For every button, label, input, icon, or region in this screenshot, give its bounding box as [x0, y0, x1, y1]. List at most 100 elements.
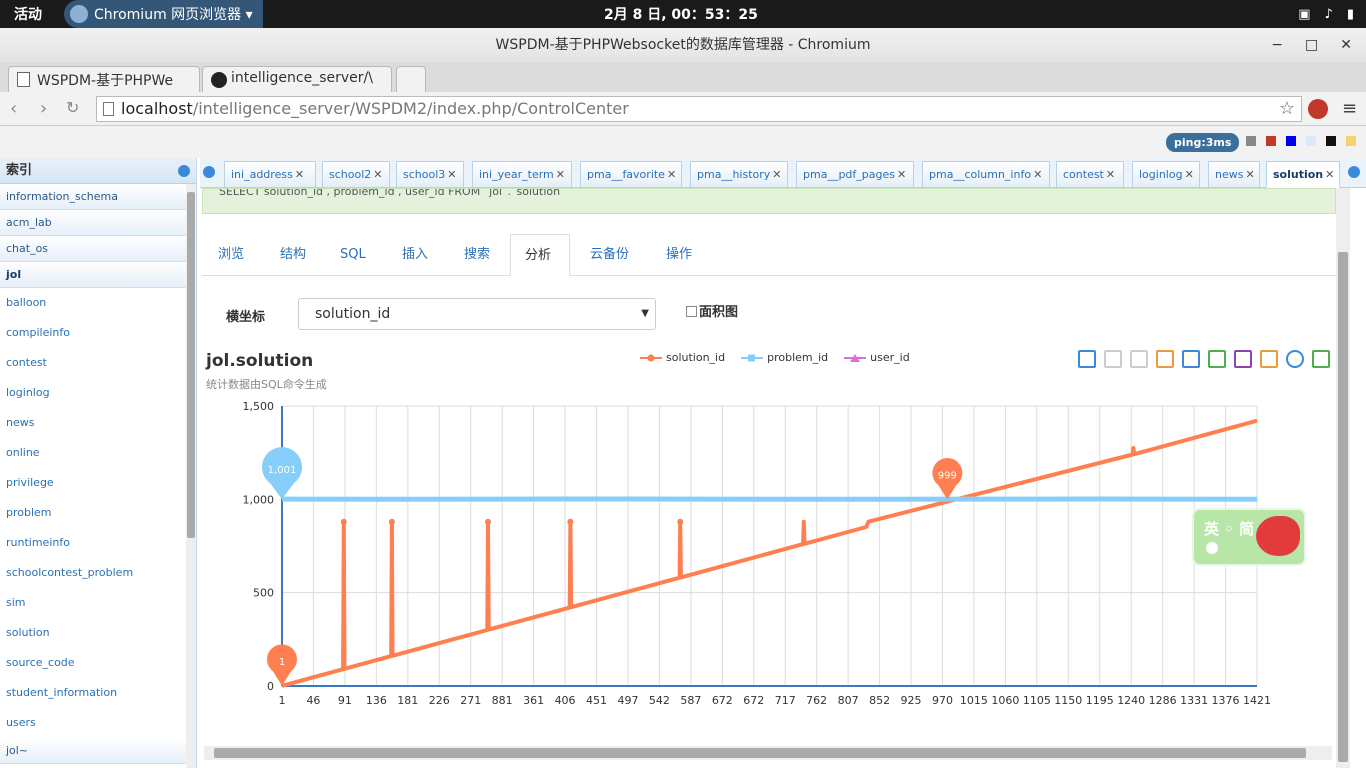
table-tab[interactable]: school2 ✕ [322, 161, 390, 188]
tab-cloud-backup[interactable]: 云备份 [576, 234, 643, 276]
tab-browse[interactable]: 浏览 [204, 234, 258, 276]
legend-item[interactable]: problem_id [741, 351, 828, 364]
sidebar-db-item[interactable]: jol~ [0, 738, 186, 764]
table-tab[interactable]: news ✕ [1208, 161, 1260, 188]
color-swatch[interactable] [1266, 136, 1276, 146]
color-swatch[interactable] [1326, 136, 1336, 146]
table-tab[interactable]: pma__pdf_pages ✕ [796, 161, 914, 188]
table-tab[interactable]: school3 ✕ [396, 161, 464, 188]
chart-plot[interactable]: 1 46 91 136 181 226 271 881 361 406 451 497 542 587 67… [200, 388, 1280, 708]
sidebar-table-item[interactable]: problem [0, 498, 196, 528]
sidebar-table-item[interactable]: news [0, 408, 196, 438]
close-icon[interactable]: ✕ [1340, 28, 1352, 62]
table-tab[interactable]: pma__favorite ✕ [580, 161, 682, 188]
legend-item[interactable]: user_id [844, 351, 910, 364]
app-menu[interactable]: Chromium 网页浏览器 ▾ [64, 0, 263, 28]
close-icon[interactable]: ✕ [1245, 168, 1254, 181]
system-tray[interactable]: ▣ ♪ ▮ [1298, 7, 1354, 22]
sidebar-db-item[interactable]: chat_os [0, 236, 186, 262]
tab-search[interactable]: 搜索 [450, 234, 504, 276]
activities-button[interactable]: 活动 [0, 4, 56, 24]
sidebar-table-item[interactable]: contest [0, 348, 196, 378]
area-chart-toggle[interactable]: 面积图 [686, 301, 738, 320]
new-tab-button[interactable] [396, 66, 426, 92]
battery-icon[interactable]: ▮ [1347, 7, 1354, 22]
close-icon[interactable]: ✕ [1106, 168, 1115, 181]
ime-widget[interactable]: 英 ◦ 简 [1192, 508, 1306, 566]
gear-icon[interactable] [1206, 542, 1218, 554]
vertical-scrollbar[interactable] [1336, 188, 1350, 768]
forward-icon[interactable]: › [40, 98, 47, 119]
tabs-right-arrow-icon[interactable] [1348, 166, 1360, 178]
close-icon[interactable]: ✕ [295, 168, 304, 181]
maximize-icon[interactable]: □ [1305, 28, 1318, 62]
sidebar-table-item[interactable]: schoolcontest_problem [0, 558, 196, 588]
close-icon[interactable]: ✕ [447, 168, 456, 181]
mark-icon[interactable] [1078, 350, 1096, 368]
area-checkbox[interactable] [686, 306, 697, 317]
bookmark-star-icon[interactable]: ☆ [1279, 97, 1295, 121]
collapse-icon[interactable] [178, 165, 190, 177]
color-swatch[interactable] [1246, 136, 1256, 146]
sidebar-table-item[interactable]: runtimeinfo [0, 528, 196, 558]
table-tab[interactable]: ini_address ✕ [224, 161, 316, 188]
sidebar-table-item[interactable]: balloon [0, 288, 196, 318]
save-image-icon[interactable] [1312, 350, 1330, 368]
table-tab[interactable]: ini_year_term ✕ [472, 161, 572, 188]
sidebar-db-item[interactable]: information_schema [0, 184, 186, 210]
tab-operations[interactable]: 操作 [652, 234, 706, 276]
tab-analyze[interactable]: 分析 [510, 234, 570, 276]
close-icon[interactable]: ✕ [1185, 168, 1194, 181]
tiled-icon[interactable] [1260, 350, 1278, 368]
scrollbar-thumb[interactable] [214, 748, 1306, 758]
table-tab-active[interactable]: solution ✕ [1266, 161, 1340, 188]
bar-chart-icon[interactable] [1208, 350, 1226, 368]
table-tab[interactable]: loginlog ✕ [1132, 161, 1200, 188]
sidebar-table-item[interactable]: loginlog [0, 378, 196, 408]
tab-insert[interactable]: 插入 [388, 234, 442, 276]
sidebar-table-item[interactable]: student_information [0, 678, 196, 708]
xaxis-select[interactable]: solution_id ▼ [298, 298, 656, 330]
minimize-icon[interactable]: − [1271, 28, 1283, 62]
color-swatch[interactable] [1286, 136, 1296, 146]
sidebar-db-item-selected[interactable]: jol [0, 262, 186, 288]
adblock-icon[interactable] [1308, 99, 1328, 119]
color-swatch[interactable] [1306, 136, 1316, 146]
sidebar-table-item[interactable]: solution [0, 618, 196, 648]
sidebar-scrollbar[interactable] [186, 184, 196, 768]
table-tab[interactable]: pma__history ✕ [690, 161, 788, 188]
tab-structure[interactable]: 结构 [266, 234, 320, 276]
data-view-icon[interactable] [1156, 350, 1174, 368]
reload-icon[interactable]: ↻ [66, 98, 79, 117]
scrollbar-thumb[interactable] [187, 192, 195, 538]
sidebar-table-item[interactable]: compileinfo [0, 318, 196, 348]
close-icon[interactable]: ✕ [897, 168, 906, 181]
color-swatch[interactable] [1346, 136, 1356, 146]
close-icon[interactable]: ✕ [1325, 168, 1334, 181]
close-icon[interactable]: ✕ [373, 168, 382, 181]
legend-item[interactable]: solution_id [640, 351, 725, 364]
window-list-icon[interactable]: ▣ [1298, 7, 1310, 22]
restore-icon[interactable] [1286, 350, 1304, 368]
sidebar-db-item[interactable]: acm_lab [0, 210, 186, 236]
volume-icon[interactable]: ♪ [1325, 7, 1333, 22]
sidebar-table-item[interactable]: users [0, 708, 196, 738]
mark-undo-icon[interactable] [1104, 350, 1122, 368]
sidebar-table-item[interactable]: source_code [0, 648, 196, 678]
browser-tab[interactable]: WSPDM-基于PHPWe [8, 66, 200, 92]
table-tab[interactable]: pma__column_info ✕ [922, 161, 1050, 188]
line-chart-icon[interactable] [1182, 350, 1200, 368]
sidebar-table-item[interactable]: sim [0, 588, 196, 618]
close-icon[interactable]: ✕ [772, 168, 781, 181]
close-icon[interactable]: ✕ [667, 168, 676, 181]
table-tab[interactable]: contest ✕ [1056, 161, 1124, 188]
sidebar-table-item[interactable]: privilege [0, 468, 196, 498]
browser-tab[interactable]: intelligence_server/\ [202, 66, 392, 92]
stack-icon[interactable] [1234, 350, 1252, 368]
tabs-left-arrow-icon[interactable] [203, 166, 215, 178]
horizontal-scrollbar[interactable] [204, 746, 1332, 760]
mark-clear-icon[interactable] [1130, 350, 1148, 368]
close-icon[interactable]: ✕ [556, 168, 565, 181]
back-icon[interactable]: ‹ [10, 98, 17, 119]
sidebar-table-item[interactable]: online [0, 438, 196, 468]
